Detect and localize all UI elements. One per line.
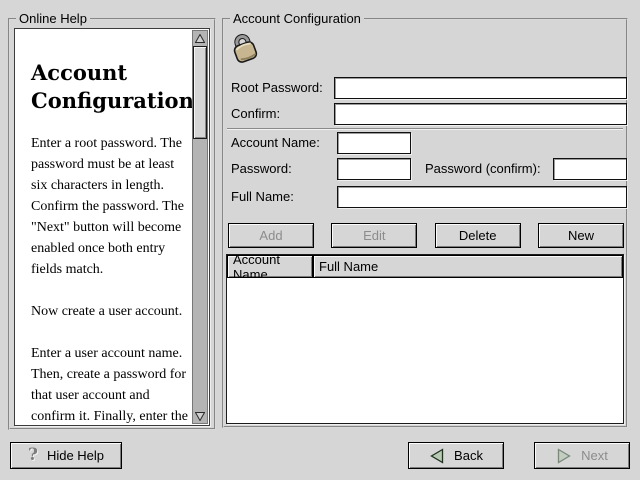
root-password-label: Root Password: <box>231 77 323 99</box>
scrollbar-down-arrow-icon[interactable] <box>193 409 207 423</box>
root-password-input[interactable] <box>334 77 627 99</box>
padlock-icon <box>228 31 262 65</box>
separator <box>227 128 623 130</box>
account-configuration-panel: Account Configuration Root Password: Con… <box>222 18 628 428</box>
question-mark-icon: ? <box>28 447 38 464</box>
online-help-frame-label: Online Help <box>16 11 90 26</box>
next-arrow-icon <box>556 448 572 464</box>
help-text-viewport: Account Configuration Enter a root passw… <box>14 28 210 426</box>
full-name-label: Full Name: <box>231 186 294 208</box>
back-button[interactable]: Back <box>408 442 504 469</box>
account-name-input[interactable] <box>337 132 411 154</box>
account-name-label: Account Name: <box>231 132 320 154</box>
password-confirm-label: Password (confirm): <box>425 158 541 180</box>
hide-help-label: Hide Help <box>47 448 104 463</box>
back-arrow-icon <box>429 448 445 464</box>
full-name-input[interactable] <box>337 186 627 208</box>
scrollbar-thumb[interactable] <box>193 46 207 139</box>
edit-button[interactable]: Edit <box>331 223 417 248</box>
help-text: Account Configuration Enter a root passw… <box>15 29 192 425</box>
user-password-input[interactable] <box>337 158 411 180</box>
accounts-table-header: Account Name Full Name <box>227 255 623 278</box>
next-label: Next <box>581 448 608 463</box>
scrollbar-up-arrow-icon[interactable] <box>193 31 207 45</box>
help-scrollbar[interactable] <box>192 30 208 424</box>
help-paragraph: Enter a user account name. Then, create … <box>31 343 188 425</box>
account-configuration-frame-label: Account Configuration <box>230 11 364 26</box>
help-paragraph: Enter a root password. The password must… <box>31 133 188 280</box>
help-heading: Account Configuration <box>31 59 188 115</box>
delete-button[interactable]: Delete <box>435 223 521 248</box>
confirm-label: Confirm: <box>231 103 280 125</box>
account-action-buttons: Add Edit Delete New <box>228 223 624 248</box>
accounts-table-body[interactable] <box>227 278 623 423</box>
column-header-full-name[interactable]: Full Name <box>313 255 623 278</box>
accounts-table: Account Name Full Name <box>226 254 624 424</box>
user-password-confirm-input[interactable] <box>553 158 627 180</box>
next-button[interactable]: Next <box>534 442 630 469</box>
column-header-account-name[interactable]: Account Name <box>227 255 313 278</box>
root-password-confirm-input[interactable] <box>334 103 627 125</box>
help-paragraph: Now create a user account. <box>31 301 188 322</box>
add-button[interactable]: Add <box>228 223 314 248</box>
back-label: Back <box>454 448 483 463</box>
password-label: Password: <box>231 158 292 180</box>
online-help-panel: Online Help Account Configuration Enter … <box>8 18 216 430</box>
new-button[interactable]: New <box>538 223 624 248</box>
hide-help-button[interactable]: ? Hide Help <box>10 442 122 469</box>
